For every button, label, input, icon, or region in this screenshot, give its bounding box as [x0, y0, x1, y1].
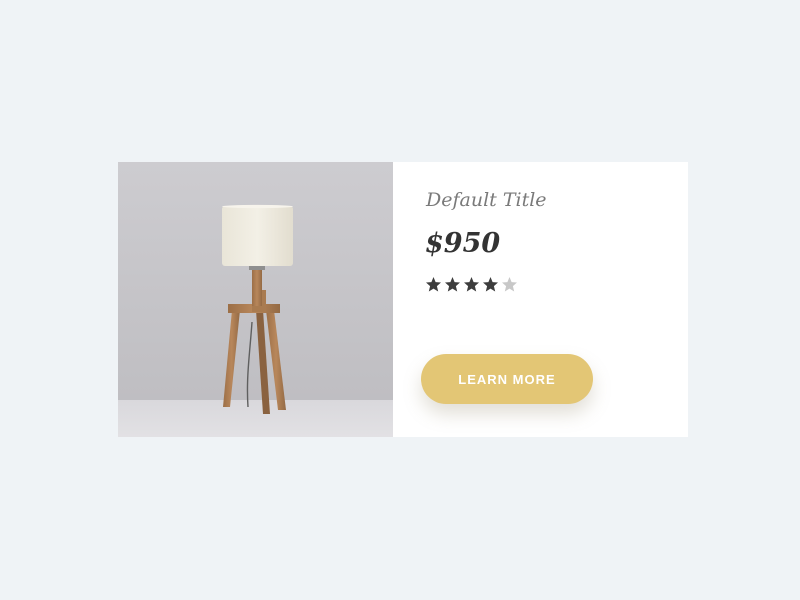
- star-filled-icon: [463, 276, 480, 293]
- product-price: $950: [425, 228, 501, 259]
- product-card: Default Title $950 LEARN MORE: [118, 162, 688, 437]
- learn-more-button[interactable]: LEARN MORE: [421, 354, 593, 404]
- star-filled-icon: [444, 276, 461, 293]
- product-title: Default Title: [426, 189, 547, 211]
- star-empty-icon: [501, 276, 518, 293]
- star-filled-icon: [482, 276, 499, 293]
- star-filled-icon: [425, 276, 442, 293]
- product-info: Default Title $950 LEARN MORE: [393, 162, 688, 437]
- product-image: [118, 162, 393, 437]
- star-rating: [425, 276, 518, 293]
